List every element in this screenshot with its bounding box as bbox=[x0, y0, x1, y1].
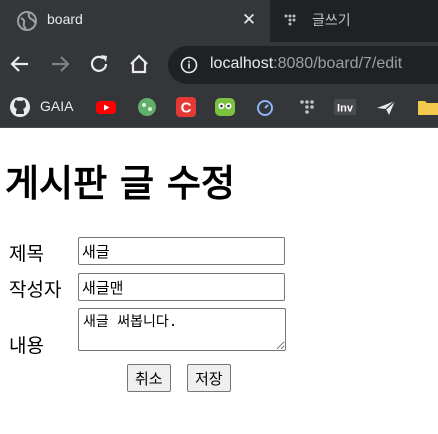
dots-icon[interactable] bbox=[296, 96, 318, 118]
bookmarks-bar: GAIA C Inv bbox=[0, 88, 438, 128]
address-bar[interactable]: localhost:8080/board/7/edit bbox=[168, 46, 438, 84]
reload-icon[interactable] bbox=[87, 52, 111, 76]
youtube-icon[interactable] bbox=[95, 96, 117, 118]
tab-title: board bbox=[47, 11, 83, 27]
home-icon[interactable] bbox=[127, 52, 151, 76]
title-input[interactable] bbox=[78, 237, 285, 265]
owl-icon[interactable] bbox=[214, 96, 236, 118]
cancel-button[interactable]: 취소 bbox=[127, 364, 171, 392]
timer-icon[interactable] bbox=[254, 96, 276, 118]
globe-icon bbox=[17, 11, 37, 31]
content-label: 내용 bbox=[9, 335, 44, 357]
folder-icon[interactable] bbox=[416, 96, 438, 118]
bookmark-label: GAIA bbox=[40, 98, 74, 114]
c-logo-icon[interactable]: C bbox=[175, 96, 197, 118]
url-text[interactable]: localhost:8080/board/7/edit bbox=[210, 55, 402, 73]
title-label: 제목 bbox=[9, 243, 44, 265]
author-input[interactable] bbox=[78, 273, 285, 301]
page-title: 게시판 글 수정 bbox=[5, 162, 236, 205]
tab-board[interactable]: board ✕ bbox=[0, 0, 270, 42]
green-circle-icon[interactable] bbox=[136, 96, 158, 118]
github-icon bbox=[10, 97, 30, 117]
info-icon[interactable] bbox=[180, 56, 198, 74]
url-host: localhost bbox=[210, 55, 274, 72]
close-icon[interactable]: ✕ bbox=[239, 9, 259, 31]
content-textarea[interactable]: 새글 써봅니다. bbox=[78, 308, 286, 351]
tab-title: 글쓰기 bbox=[312, 13, 351, 29]
plane-icon[interactable] bbox=[375, 96, 397, 118]
author-label: 작성자 bbox=[9, 279, 62, 301]
save-button[interactable]: 저장 bbox=[187, 364, 231, 392]
back-arrow-icon[interactable] bbox=[8, 52, 32, 76]
browser-toolbar: localhost:8080/board/7/edit bbox=[0, 42, 438, 88]
inv-text: Inv bbox=[337, 103, 354, 115]
tab-strip: board ✕ 글쓰기 bbox=[0, 0, 438, 42]
svg-text:C: C bbox=[181, 100, 192, 117]
url-path: :8080/board/7/edit bbox=[273, 55, 403, 72]
inv-badge: Inv bbox=[334, 99, 356, 115]
dots-icon bbox=[284, 14, 296, 26]
forward-arrow-icon[interactable] bbox=[48, 52, 72, 76]
